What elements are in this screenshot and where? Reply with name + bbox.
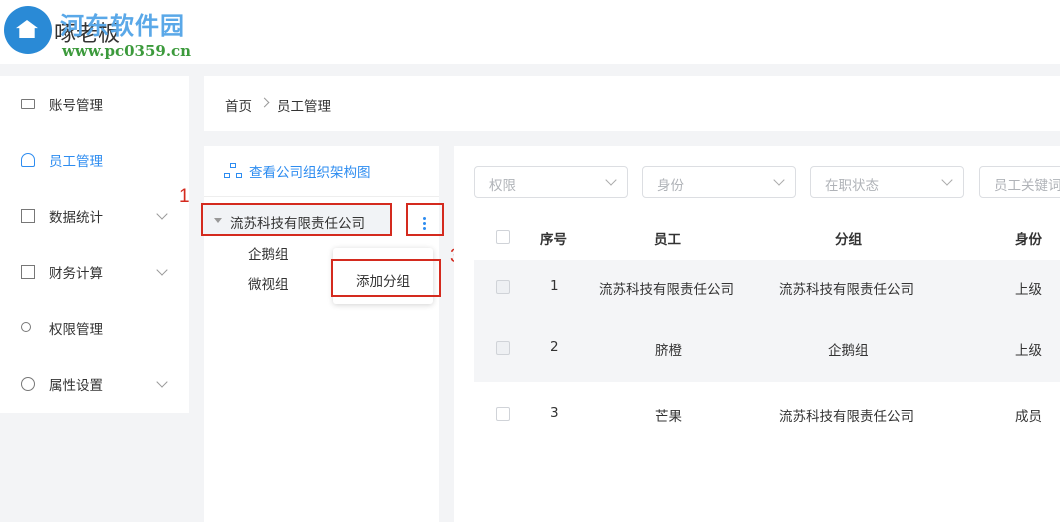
permission-select[interactable]: 权限 [474,166,628,198]
chevron-right-icon [259,97,270,108]
logo-icon [4,6,52,54]
table-cell-employee: 芒果 [655,409,682,425]
view-org-chart-label: 查看公司组织架构图 [249,165,371,181]
sidebar-item-label: 账号管理 [49,98,103,114]
sidebar-item-label: 属性设置 [49,378,103,394]
column-header-group: 分组 [835,232,862,248]
table-cell-employee: 流苏科技有限责任公司 [599,282,734,298]
row-checkbox[interactable] [496,341,510,355]
permission-select-placeholder: 权限 [489,178,516,194]
key-icon [21,322,31,332]
top-bar: 啄老板 河东软件园 www.pc0359.cn [0,0,1060,64]
identity-select-placeholder: 身份 [657,178,684,194]
monitor-icon [21,99,35,109]
org-chart-icon [224,162,242,180]
table-cell-group: 流苏科技有限责任公司 [779,282,914,298]
chevron-down-icon [605,174,617,186]
table-cell-group: 流苏科技有限责任公司 [779,409,914,425]
column-header-no: 序号 [540,232,567,248]
keyword-input-placeholder: 员工关键词 [994,178,1060,194]
row-checkbox[interactable] [496,407,510,421]
column-header-employee: 员工 [654,232,681,248]
breadcrumb-home[interactable]: 首页 [225,95,252,115]
view-org-chart-link[interactable]: 查看公司组织架构图 [224,161,371,181]
breadcrumb: 首页 员工管理 [204,76,1060,131]
identity-select[interactable]: 身份 [642,166,796,198]
chevron-down-icon [773,174,785,186]
table-cell-employee: 脐橙 [655,343,682,359]
gear-icon [21,377,35,391]
breadcrumb-current: 员工管理 [277,99,331,115]
sidebar-item-employee[interactable]: 员工管理 [0,132,189,188]
annotation-number-1: 1 [179,186,190,207]
sidebar-item-statistics[interactable]: 数据统计 [0,188,189,244]
sidebar-item-label: 员工管理 [49,154,103,170]
watermark-url: www.pc0359.cn [62,42,192,60]
employee-table-panel: 权限 身份 在职状态 员工关键词 序号 员工 分组 身份 1 流苏科技有限责任公… [454,146,1060,522]
sidebar-item-settings[interactable]: 属性设置 [0,356,189,412]
sidebar-item-label: 数据统计 [49,210,103,226]
chevron-down-icon [156,264,168,276]
tree-node-child[interactable]: 企鹅组 [248,243,289,263]
watermark-title: 河东软件园 [60,12,185,40]
chevron-down-icon [156,208,168,220]
table-rows-highlight [474,260,1060,382]
table-cell-group: 企鹅组 [828,343,869,359]
table-cell-identity: 上级 [1015,343,1042,359]
chevron-down-icon [941,174,953,186]
keyword-input[interactable]: 员工关键词 [979,166,1060,198]
user-icon [21,153,35,167]
chart-icon [21,209,35,223]
chevron-down-icon [156,376,168,388]
sidebar-item-label: 财务计算 [49,266,103,282]
table-cell-identity: 成员 [1015,409,1042,425]
annotation-box-2 [406,203,444,236]
sidebar: 账号管理 员工管理 数据统计 财务计算 权限管理 属性设置 [0,76,189,413]
sidebar-item-finance[interactable]: 财务计算 [0,244,189,300]
select-all-checkbox[interactable] [496,230,510,244]
table-cell-no: 1 [550,278,559,294]
table-cell-no: 3 [550,405,559,421]
annotation-box-1 [201,203,392,236]
table-cell-identity: 上级 [1015,282,1042,298]
sidebar-item-label: 权限管理 [49,322,103,338]
sidebar-item-permission[interactable]: 权限管理 [0,300,189,356]
column-header-identity: 身份 [1015,232,1042,248]
table-cell-no: 2 [550,339,559,355]
status-select[interactable]: 在职状态 [810,166,964,198]
status-select-placeholder: 在职状态 [825,178,879,194]
annotation-box-3 [331,259,441,297]
sidebar-item-account[interactable]: 账号管理 [0,76,189,132]
calculator-icon [21,265,35,279]
divider [204,196,439,197]
tree-node-child[interactable]: 微视组 [248,273,289,293]
row-checkbox[interactable] [496,280,510,294]
